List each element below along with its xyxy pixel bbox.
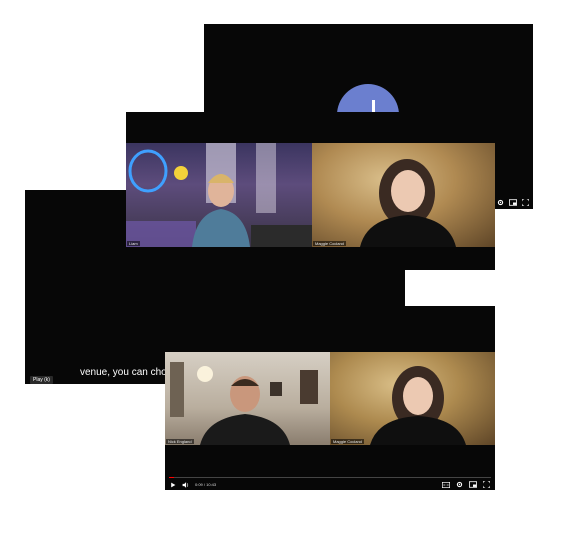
progress-bar[interactable] <box>169 477 491 478</box>
participant-scene <box>126 143 312 247</box>
fullscreen-icon[interactable] <box>522 199 529 206</box>
participant-name: Liam <box>127 241 140 246</box>
settings-icon[interactable] <box>497 199 504 206</box>
participant-tile-maggie: Maggie Cocland <box>330 352 495 445</box>
participant-name: Maggie Cocland <box>313 241 346 246</box>
player-controls-back <box>497 199 529 206</box>
subtitle-caption: venue, you can choo <box>80 367 173 378</box>
participant-scene <box>360 159 456 247</box>
play-icon[interactable] <box>170 482 176 488</box>
cc-icon[interactable] <box>442 481 450 488</box>
time-display: 0:09 / 10:43 <box>195 482 217 487</box>
participant-tile-maggie: Maggie Cocland <box>312 143 495 247</box>
video-player-front[interactable]: Nick England Maggie Cocland 0:09 / 10:43 <box>165 306 495 490</box>
participant-scene <box>370 366 466 445</box>
miniplayer-icon[interactable] <box>509 199 517 206</box>
participant-name: Maggie Cocland <box>331 439 364 444</box>
miniplayer-icon[interactable] <box>469 481 477 488</box>
player-controls-front: 0:09 / 10:43 <box>165 479 495 490</box>
volume-icon[interactable] <box>182 481 189 488</box>
play-tooltip: Play (k) <box>30 376 53 384</box>
fullscreen-icon[interactable] <box>483 481 490 488</box>
participant-name: Nick England <box>166 439 194 444</box>
settings-icon[interactable] <box>456 481 463 488</box>
progress-bar-fill <box>169 477 174 478</box>
video-player-mid[interactable]: Liam Maggie Cocland <box>126 112 495 270</box>
participant-scene <box>170 362 318 445</box>
participant-tile-liam: Liam <box>126 143 312 247</box>
participant-tile-nick: Nick England <box>165 352 330 445</box>
